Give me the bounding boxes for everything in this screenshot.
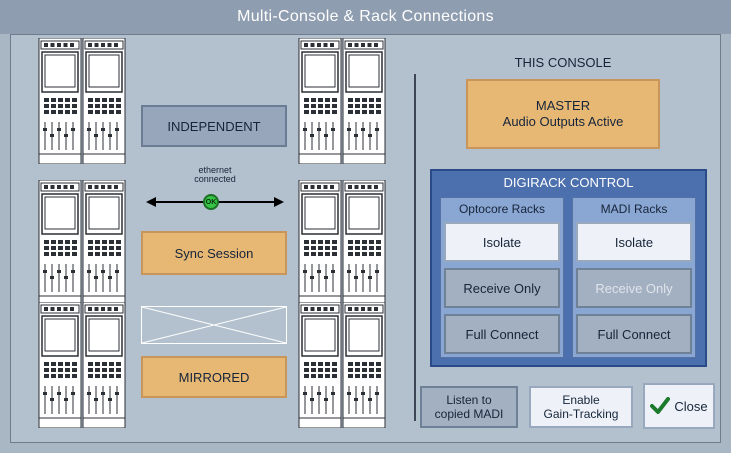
digirack-title: DIGIRACK CONTROL <box>503 175 634 190</box>
enable-gain-tracking-button[interactable]: Enable Gain-Tracking <box>529 386 633 428</box>
madi-receive-only-button[interactable]: Receive Only <box>576 268 692 308</box>
optocore-receive-only-button[interactable]: Receive Only <box>444 268 560 308</box>
optocore-title: Optocore Racks <box>458 202 546 216</box>
console-icon <box>38 180 126 306</box>
madi-racks-group: MADI Racks Isolate Receive Only Full Con… <box>572 197 696 358</box>
sync-session-button[interactable]: Sync Session <box>141 231 287 275</box>
console-icon <box>38 302 126 428</box>
ethernet-link: ethernet connected OK <box>146 166 284 218</box>
this-console-heading: THIS CONSOLE <box>514 55 612 70</box>
role-line-1: MASTER <box>535 98 591 113</box>
close-button[interactable]: Close <box>643 383 715 429</box>
vertical-divider <box>414 74 416 421</box>
role-line-2: Audio Outputs Active <box>502 114 624 129</box>
mirror-link-cross <box>141 306 287 344</box>
console-icon <box>38 38 126 164</box>
optocore-isolate-button[interactable]: Isolate <box>444 222 560 262</box>
title-bar: Multi-Console & Rack Connections <box>0 0 731 34</box>
checkmark-icon <box>650 397 671 414</box>
independent-button[interactable]: INDEPENDENT <box>141 105 287 147</box>
console-icon <box>298 38 386 164</box>
sync-session-label: Sync Session <box>174 245 254 261</box>
mirrored-label: MIRRORED <box>178 369 250 385</box>
console-icon <box>298 180 386 306</box>
console-icon <box>298 302 386 428</box>
close-label: Close <box>674 398 708 414</box>
console-role-indicator: MASTER Audio Outputs Active <box>466 79 660 149</box>
ok-status-icon: OK <box>203 194 219 210</box>
listen-copied-madi-button[interactable]: Listen to copied MADI <box>420 386 518 428</box>
madi-full-connect-button[interactable]: Full Connect <box>576 314 692 354</box>
mirrored-button[interactable]: MIRRORED <box>141 356 287 398</box>
madi-isolate-button[interactable]: Isolate <box>576 222 692 262</box>
optocore-full-connect-button[interactable]: Full Connect <box>444 314 560 354</box>
independent-label: INDEPENDENT <box>167 118 261 134</box>
double-arrow-icon <box>146 197 284 207</box>
window-title: Multi-Console & Rack Connections <box>237 8 494 25</box>
optocore-racks-group: Optocore Racks Isolate Receive Only Full… <box>440 197 564 358</box>
digirack-control-panel: DIGIRACK CONTROL Optocore Racks Isolate … <box>430 169 707 367</box>
madi-title: MADI Racks <box>600 202 668 216</box>
